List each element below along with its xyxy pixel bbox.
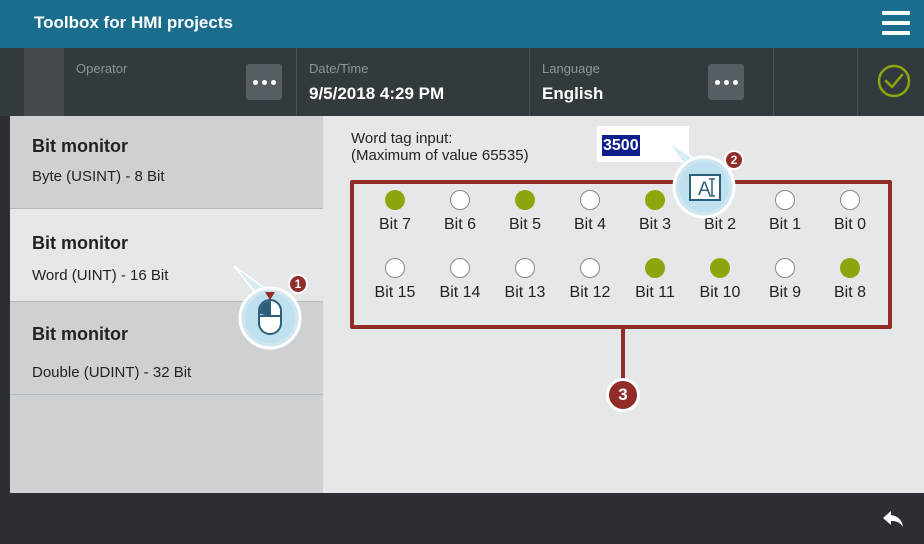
datetime-value: 9/5/2018 4:29 PM <box>309 84 445 103</box>
word-tag-label-line2: (Maximum of value 65535) <box>351 147 529 164</box>
bit-led <box>385 190 405 210</box>
app-title: Toolbox for HMI projects <box>34 13 233 32</box>
bit-indicator: Bit 13 <box>494 258 556 318</box>
bit-led <box>645 258 665 278</box>
bit-label: Bit 15 <box>374 284 416 301</box>
bit-label: Bit 1 <box>768 216 801 233</box>
bit-led <box>840 258 860 278</box>
sidebar-item-title: Bit monitor <box>32 136 128 156</box>
bit-label: Bit 14 <box>439 284 481 301</box>
bit-label: Bit 3 <box>638 216 671 233</box>
bit-label: Bit 10 <box>699 284 741 301</box>
bit-label: Bit 6 <box>443 216 476 233</box>
menu-icon[interactable] <box>882 11 910 35</box>
bit-led <box>515 258 535 278</box>
sidebar: Bit monitor Byte (USINT) - 8 Bit Bit mon… <box>10 116 323 493</box>
bit-led <box>580 258 600 278</box>
bit-indicator: Bit 11 <box>624 258 686 318</box>
bit-label: Bit 2 <box>703 216 736 233</box>
bit-led <box>710 258 730 278</box>
bit-label: Bit 13 <box>504 284 546 301</box>
datetime-field: Date/Time 9/5/2018 4:29 PM <box>297 48 529 116</box>
language-value: English <box>542 84 604 103</box>
bit-led <box>775 190 795 210</box>
sidebar-item-subtitle: Double (UDINT) - 32 Bit <box>32 364 192 381</box>
bit-led <box>450 258 470 278</box>
word-tag-label-line1: Word tag input: <box>351 130 453 147</box>
bit-led <box>385 258 405 278</box>
bit-indicator: Bit 1 <box>754 190 816 250</box>
bit-led <box>840 190 860 210</box>
datetime-label: Date/Time <box>309 61 369 76</box>
language-label: Language <box>542 61 600 76</box>
sidebar-item-title: Bit monitor <box>32 233 128 253</box>
bit-label: Bit 4 <box>573 216 606 233</box>
operator-more-button[interactable] <box>246 64 282 100</box>
info-bar: Operator Date/Time 9/5/2018 4:29 PM Lang… <box>0 48 924 116</box>
bit-indicator: Bit 15 <box>364 258 426 318</box>
sidebar-item-subtitle: Byte (USINT) - 8 Bit <box>32 168 165 185</box>
sidebar-item-word[interactable]: Bit monitor Word (UINT) - 16 Bit <box>10 209 323 302</box>
ok-check-icon[interactable] <box>876 63 912 99</box>
bit-label: Bit 0 <box>833 216 866 233</box>
bit-label: Bit 8 <box>833 284 866 301</box>
bit-led <box>775 258 795 278</box>
back-arrow-icon[interactable] <box>882 510 904 528</box>
bit-led <box>645 190 665 210</box>
word-tag-input[interactable]: 3500 <box>597 126 689 162</box>
sidebar-item-byte[interactable]: Bit monitor Byte (USINT) - 8 Bit <box>10 116 323 209</box>
bit-indicator: Bit 3 <box>624 190 686 250</box>
bit-label: Bit 5 <box>508 216 541 233</box>
bit-label: Bit 12 <box>569 284 611 301</box>
bit-label: Bit 11 <box>635 284 675 301</box>
sidebar-item-subtitle: Word (UINT) - 16 Bit <box>32 267 169 284</box>
bit-led <box>580 190 600 210</box>
operator-avatar <box>24 48 64 116</box>
bit-label: Bit 7 <box>378 216 411 233</box>
bit-led <box>710 190 730 210</box>
bit-indicator: Bit 10 <box>689 258 751 318</box>
bit-indicator: Bit 6 <box>429 190 491 250</box>
sidebar-item-title: Bit monitor <box>32 324 128 344</box>
word-tag-label: Word tag input: (Maximum of value 65535) <box>351 130 529 164</box>
bottom-bar <box>0 493 924 544</box>
bit-display-frame: Bit 7 Bit 6 Bit 5 Bit 4 Bit 3 Bit 2 Bit 1 Bit 0… <box>350 180 892 329</box>
bit-indicator: Bit 12 <box>559 258 621 318</box>
main-panel: Word tag input: (Maximum of value 65535)… <box>323 116 924 493</box>
operator-label: Operator <box>76 61 128 76</box>
word-tag-value: 3500 <box>602 135 640 156</box>
sidebar-item-double[interactable]: Bit monitor Double (UDINT) - 32 Bit <box>10 302 323 395</box>
bit-indicator: Bit 9 <box>754 258 816 318</box>
bit-indicator: Bit 8 <box>819 258 881 318</box>
bit-indicator: Bit 2 <box>689 190 751 250</box>
language-more-button[interactable] <box>708 64 744 100</box>
bit-led <box>515 190 535 210</box>
bit-indicator: Bit 0 <box>819 190 881 250</box>
bit-indicator: Bit 7 <box>364 190 426 250</box>
bit-indicator: Bit 5 <box>494 190 556 250</box>
bit-indicator: Bit 4 <box>559 190 621 250</box>
bit-indicator: Bit 14 <box>429 258 491 318</box>
bit-led <box>450 190 470 210</box>
bit-label: Bit 9 <box>768 284 801 301</box>
title-bar: Toolbox for HMI projects <box>0 0 924 48</box>
